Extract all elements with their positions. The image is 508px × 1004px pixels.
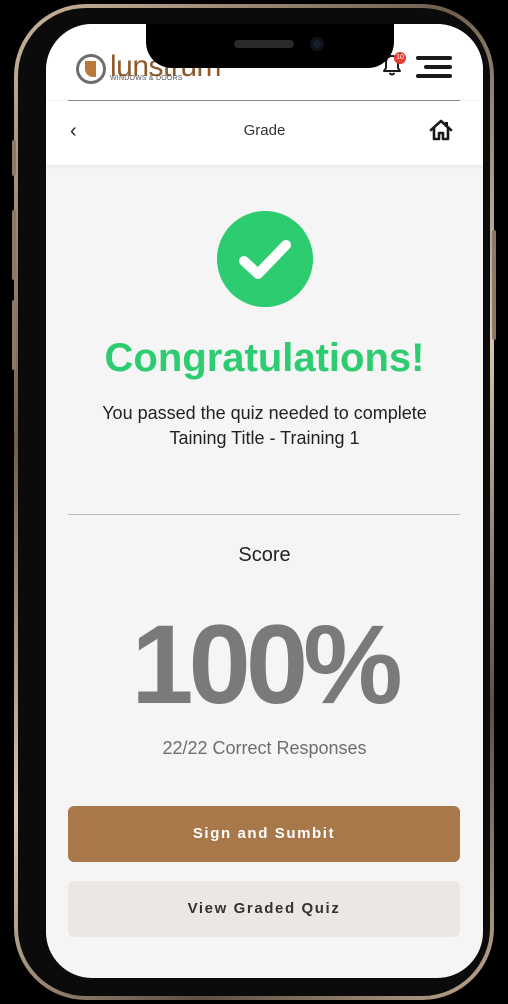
phone-notch — [146, 24, 394, 68]
app-screen: lunstrum WINDOWS & DOORS 10 ‹ Grade Cong… — [46, 24, 483, 978]
section-divider — [68, 514, 460, 515]
phone-side-button — [492, 230, 496, 340]
sign-and-submit-button[interactable]: Sign and Sumbit — [68, 806, 460, 862]
page-title: Grade — [243, 122, 286, 139]
front-camera — [310, 37, 324, 51]
score-label: Score — [238, 544, 291, 566]
pass-message: You passed the quiz needed to complete T… — [102, 403, 427, 448]
logo-icon[interactable] — [76, 54, 106, 84]
congratulations-heading: Congratulations! — [104, 336, 425, 380]
logo-subtext: WINDOWS & DOORS — [110, 75, 183, 82]
correct-responses: 22/22 Correct Responses — [162, 738, 367, 758]
hamburger-menu-icon[interactable] — [416, 56, 452, 78]
notification-badge: 10 — [394, 52, 406, 64]
phone-side-button — [12, 300, 16, 370]
view-graded-quiz-button[interactable]: View Graded Quiz — [68, 881, 460, 937]
score-value: 100% — [131, 602, 402, 727]
page-nav-bar: ‹ Grade — [46, 101, 483, 165]
speaker-grille — [234, 40, 294, 48]
checkmark-icon — [217, 211, 313, 307]
home-icon[interactable] — [428, 117, 454, 143]
phone-side-button — [12, 210, 16, 280]
phone-side-button — [12, 140, 16, 176]
